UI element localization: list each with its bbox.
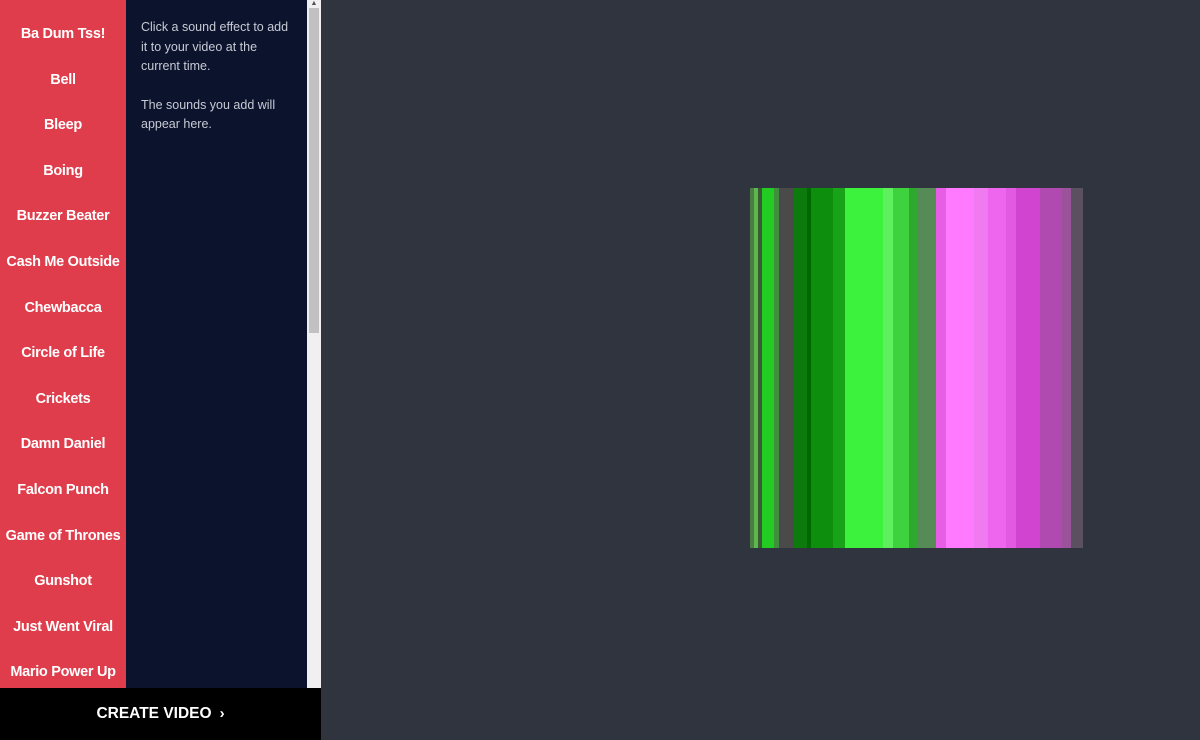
preview-stripe <box>1071 188 1083 548</box>
preview-stripe <box>1062 188 1071 548</box>
preview-stripe <box>974 188 988 548</box>
preview-stripe <box>762 188 774 548</box>
video-preview[interactable] <box>750 188 1110 548</box>
sound-item[interactable]: Crickets <box>0 379 126 419</box>
sound-item[interactable]: Game of Thrones <box>0 516 126 556</box>
sidebar-scrollbar[interactable]: ▲ <box>307 0 321 688</box>
scrollbar-thumb[interactable] <box>309 8 319 333</box>
preview-stripe <box>883 188 893 548</box>
create-video-label: CREATE VIDEO <box>96 705 212 722</box>
sound-item[interactable]: Bell <box>0 60 126 100</box>
sound-item[interactable]: Mario Power Up <box>0 652 126 688</box>
preview-stripe <box>779 188 794 548</box>
sound-item[interactable]: Ba Dum Tss! <box>0 14 126 54</box>
sound-item[interactable]: Damn Daniel <box>0 424 126 464</box>
sound-item[interactable]: Falcon Punch <box>0 470 126 510</box>
preview-stripe <box>811 188 833 548</box>
sound-item[interactable]: Gunshot <box>0 561 126 601</box>
empty-hint-text: The sounds you add will appear here. <box>141 97 276 132</box>
create-video-button[interactable]: CREATE VIDEO › <box>0 688 321 740</box>
preview-stripe <box>1016 188 1040 548</box>
preview-stripe <box>909 188 918 548</box>
preview-stripe <box>794 188 807 548</box>
preview-stripe <box>1040 188 1062 548</box>
sound-effect-list: Ba Dum Tss! Bell Bleep Boing Buzzer Beater Ca… <box>0 0 126 688</box>
sound-item[interactable]: Cash Me Outside <box>0 242 126 282</box>
scroll-up-arrow-icon[interactable]: ▲ <box>307 0 321 8</box>
sound-item[interactable]: Circle of Life <box>0 333 126 373</box>
instruction-text: Click a sound effect to add it to your v… <box>141 20 289 73</box>
sound-item[interactable]: Buzzer Beater <box>0 196 126 236</box>
preview-stripe <box>946 188 974 548</box>
chevron-right-icon: › <box>219 705 225 722</box>
preview-stripe <box>1006 188 1016 548</box>
preview-stripe <box>845 188 883 548</box>
sound-item[interactable]: Just Went Viral <box>0 607 126 647</box>
app: Ba Dum Tss! Bell Bleep Boing Buzzer Beater Ca… <box>0 0 1200 740</box>
preview-stripe <box>936 188 946 548</box>
sound-item[interactable]: Chewbacca <box>0 288 126 328</box>
sound-sidebar: Ba Dum Tss! Bell Bleep Boing Buzzer Beater Ca… <box>0 0 321 740</box>
sound-item[interactable]: Bleep <box>0 105 126 145</box>
preview-stripe <box>988 188 1006 548</box>
preview-stripe <box>833 188 845 548</box>
preview-stripe <box>893 188 909 548</box>
sound-item[interactable]: Boing <box>0 151 126 191</box>
preview-stripe <box>918 188 936 548</box>
added-sounds-panel: Click a sound effect to add it to your v… <box>126 0 307 688</box>
